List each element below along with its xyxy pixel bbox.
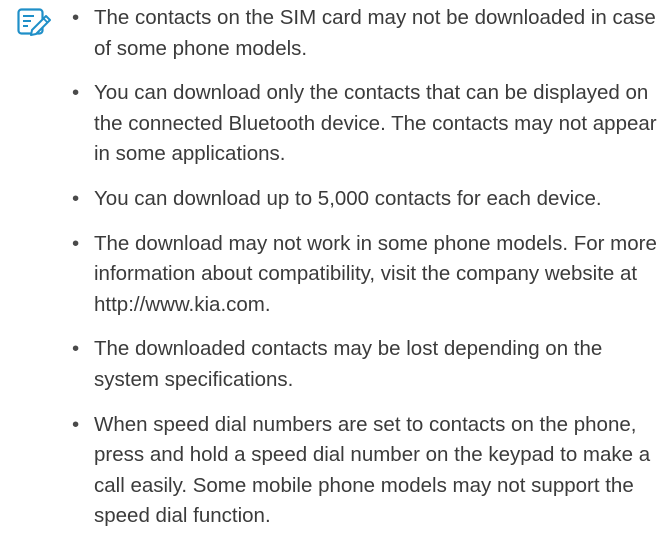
note-item-compatibility: The download may not work in some phone …: [72, 229, 662, 321]
note-item-speed-dial: When speed dial numbers are set to conta…: [72, 410, 662, 532]
note-pencil-icon: [17, 8, 51, 36]
note-item-lost-contacts: The downloaded contacts may be lost depe…: [72, 334, 662, 395]
note-list: The contacts on the SIM card may not be …: [72, 3, 662, 546]
note-block: The contacts on the SIM card may not be …: [0, 0, 672, 527]
note-item-sim-contacts: The contacts on the SIM card may not be …: [72, 3, 662, 64]
note-item-displayable-contacts: You can download only the contacts that …: [72, 78, 662, 170]
note-item-contact-limit: You can download up to 5,000 contacts fo…: [72, 184, 662, 215]
